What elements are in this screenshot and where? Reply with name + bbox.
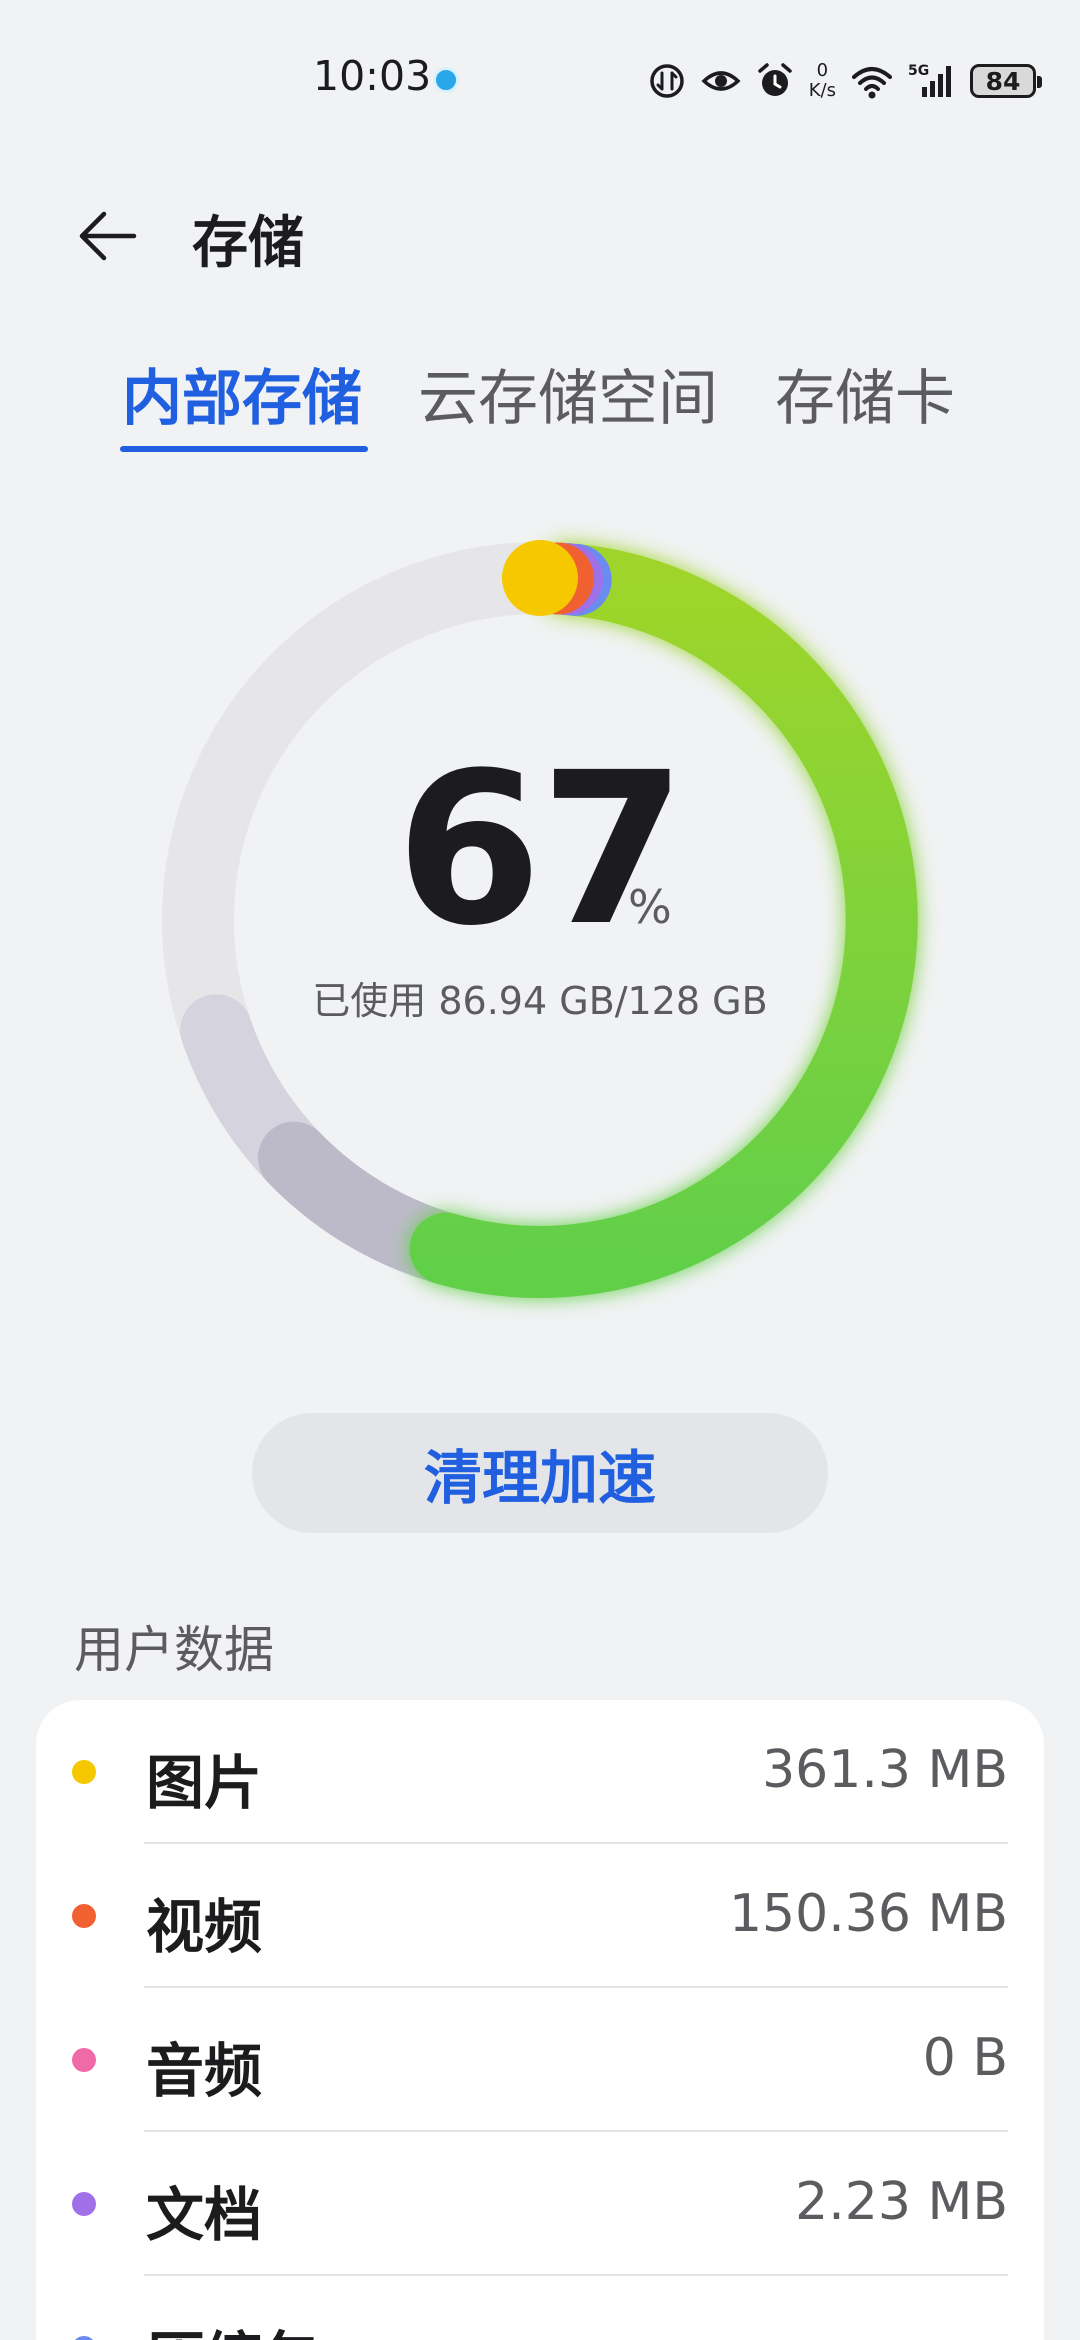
category-name: 视频: [146, 1893, 263, 1961]
usage-percent-sign: %: [628, 880, 672, 934]
tab-memory-card[interactable]: 存储卡: [775, 350, 955, 437]
list-item[interactable]: 压缩包: [36, 2276, 1044, 2340]
clean-up-button[interactable]: 清理加速: [252, 1413, 828, 1533]
category-dot: [72, 2192, 96, 2216]
category-dot: [72, 1760, 96, 1784]
category-size: 150.36 MB: [728, 1884, 1008, 1944]
list-item[interactable]: 图片 361.3 MB: [36, 1700, 1044, 1844]
list-item[interactable]: 文档 2.23 MB: [36, 2132, 1044, 2276]
tab-internal-storage[interactable]: 内部存储: [122, 350, 362, 437]
list-item[interactable]: 音频 0 B: [36, 1988, 1044, 2132]
page-title: 存储: [192, 211, 304, 276]
battery-indicator: 84: [970, 64, 1042, 98]
notification-app-icon: [433, 67, 459, 93]
alarm-icon: [758, 63, 792, 96]
network-speed: 0 K/s: [809, 61, 836, 101]
user-data-title: 用户数据: [74, 1621, 274, 1679]
status-time: 10:03: [313, 52, 432, 100]
active-tab-indicator: [120, 446, 368, 452]
title-bar: 存储: [0, 160, 1080, 292]
category-dot: [72, 2336, 96, 2340]
svg-text:5G: 5G: [908, 63, 929, 79]
network-speed-value: 0: [816, 60, 829, 81]
status-icons: 0 K/s 5G 84: [647, 58, 1042, 104]
category-dot: [72, 2048, 96, 2072]
storage-screen: 10:03 0 K/s 5G 84 存储 内部存储 云存储空间 存储卡 67 %…: [0, 0, 1080, 2340]
status-bar: 10:03 0 K/s 5G 84: [0, 0, 1080, 160]
usage-summary: 67 % 已使用 86.94 GB/128 GB: [140, 520, 940, 1320]
wifi-icon: [852, 67, 892, 99]
usage-detail: 已使用 86.94 GB/128 GB: [312, 979, 768, 1023]
category-name: 压缩包: [146, 2312, 320, 2340]
storage-tabs: 内部存储 云存储空间 存储卡: [0, 340, 1080, 460]
category-size: 2.23 MB: [795, 2172, 1008, 2232]
network-speed-unit: K/s: [808, 80, 836, 101]
category-size: 0 B: [922, 2028, 1008, 2088]
tab-cloud-storage[interactable]: 云存储空间: [418, 350, 718, 437]
category-name: 文档: [146, 2181, 263, 2249]
back-arrow-icon: [79, 211, 137, 261]
eye-comfort-icon: [701, 71, 741, 91]
category-name: 音频: [146, 2037, 263, 2105]
category-dot: [72, 1904, 96, 1928]
data-saver-icon: [650, 64, 684, 98]
back-button[interactable]: [62, 190, 154, 282]
usage-percent: 67: [395, 727, 686, 972]
signal-5g-icon: 5G: [908, 63, 951, 97]
user-data-card: 图片 361.3 MB 视频 150.36 MB 音频 0 B 文档 2.23 …: [36, 1700, 1044, 2340]
category-name: 图片: [146, 1749, 263, 1817]
list-item[interactable]: 视频 150.36 MB: [36, 1844, 1044, 1988]
category-size: 361.3 MB: [762, 1740, 1008, 1800]
battery-level: 84: [985, 66, 1021, 96]
storage-usage-ring: 67 % 已使用 86.94 GB/128 GB: [140, 520, 940, 1320]
